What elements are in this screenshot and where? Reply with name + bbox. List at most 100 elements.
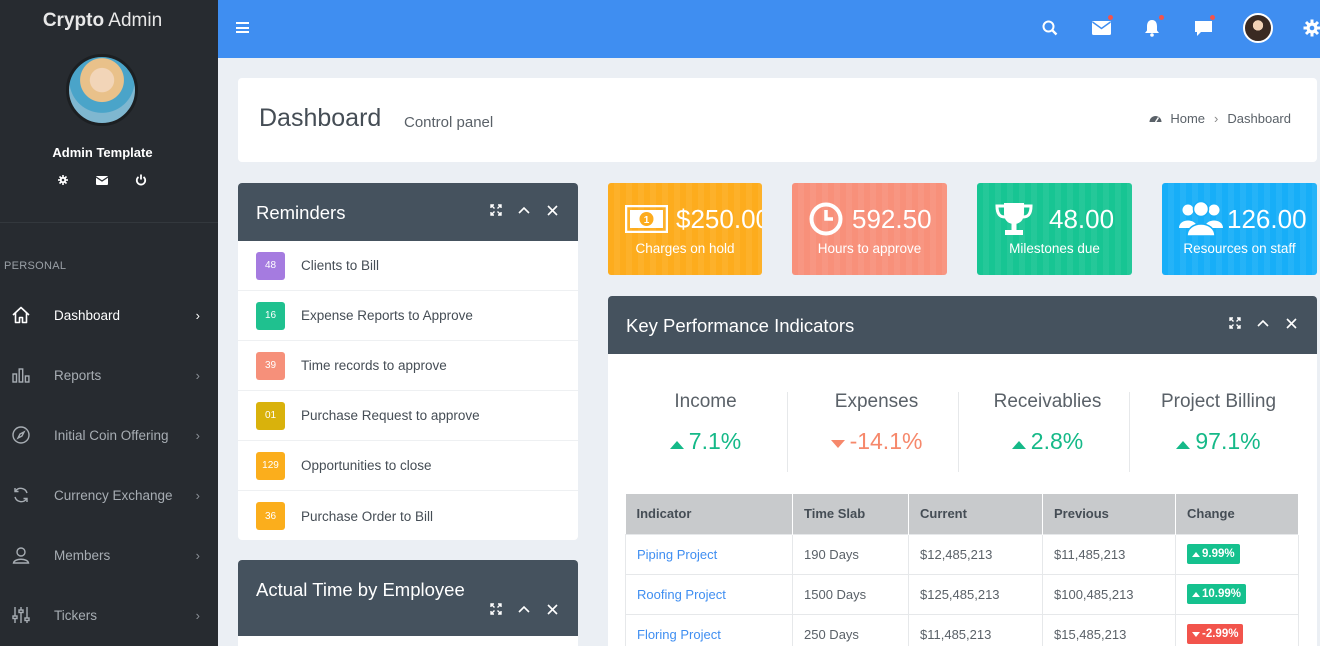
kpi-divider: [787, 392, 788, 472]
previous-cell: $15,485,213: [1042, 613, 1176, 646]
reminder-text: Purchase Request to approve: [301, 408, 480, 423]
expand-icon[interactable]: [488, 601, 504, 617]
kpi-header: Key Performance Indicators: [608, 296, 1317, 354]
chevron-right-icon: ›: [195, 488, 200, 503]
sidebar-item-label: Tickers: [54, 607, 97, 623]
kpi-name: Project Billing: [1160, 391, 1277, 412]
list-item[interactable]: 36 Purchase Order to Bill: [238, 491, 578, 540]
indicator-link[interactable]: Floring Project: [637, 627, 721, 642]
brand-logo[interactable]: Crypto Admin: [0, 10, 205, 32]
actual-time-title: Actual Time by Employee: [256, 579, 465, 600]
sidebar-item-reports[interactable]: Reports ›: [0, 345, 218, 405]
column-header[interactable]: Current: [908, 494, 1043, 534]
chat-icon[interactable]: [1191, 15, 1215, 40]
expand-icon[interactable]: [1227, 315, 1243, 331]
breadcrumb: Home › Dashboard: [1149, 111, 1291, 126]
breadcrumb-home-link[interactable]: Home: [1170, 111, 1205, 126]
top-header: [218, 0, 1320, 58]
list-item[interactable]: 01 Purchase Request to approve: [238, 391, 578, 441]
power-icon[interactable]: [130, 172, 152, 188]
indicator-link[interactable]: Roofing Project: [637, 587, 726, 602]
sidebar-item-label: Members: [54, 547, 111, 563]
column-header[interactable]: Indicator: [625, 494, 793, 534]
chevron-right-icon: ›: [195, 308, 200, 323]
avatar[interactable]: [1243, 13, 1273, 43]
kpi-value: -14.1%: [791, 428, 962, 455]
reminder-text: Clients to Bill: [301, 258, 380, 273]
sidebar-section-label: PERSONAL: [4, 260, 67, 272]
page-title: Dashboard: [259, 104, 382, 132]
sidebar-item-members[interactable]: Members ›: [0, 525, 218, 585]
sidebar-item-tickers[interactable]: Tickers ›: [0, 585, 218, 645]
kpi-receivablies: Receivablies 2.8%: [962, 391, 1133, 455]
sidebar-item-label: Dashboard: [54, 307, 121, 323]
previous-cell: $100,485,213: [1042, 573, 1176, 615]
kpi-divider: [958, 392, 959, 472]
list-item[interactable]: 39 Time records to approve: [238, 341, 578, 391]
chevron-right-icon: ›: [195, 368, 200, 383]
column-header[interactable]: Change: [1175, 494, 1299, 534]
kpi-value: 7.1%: [620, 428, 791, 455]
indicator-cell: Roofing Project: [625, 573, 793, 615]
time-slab-cell: 250 Days: [792, 613, 909, 646]
count-badge: 36: [256, 502, 285, 530]
page-subtitle: Control panel: [404, 114, 494, 131]
collapse-icon[interactable]: [516, 601, 532, 617]
kpi-project-billing: Project Billing 97.1%: [1133, 391, 1304, 455]
indicator-link[interactable]: Piping Project: [637, 547, 717, 562]
count-badge: 39: [256, 351, 285, 380]
reminders-panel: Reminders 48 Clients to Bill 16 Expense Re…: [238, 183, 578, 540]
kpi-table: Indicator Time Slab Current Previous Cha…: [625, 494, 1299, 646]
menu-icon[interactable]: [236, 22, 249, 33]
mail-icon[interactable]: [1089, 15, 1113, 40]
collapse-icon[interactable]: [516, 202, 532, 218]
close-icon[interactable]: [544, 202, 560, 218]
reminders-header: Reminders: [238, 183, 578, 241]
sidebar-item-label: Currency Exchange: [54, 487, 173, 503]
table-header-row: Indicator Time Slab Current Previous Cha…: [625, 494, 1299, 534]
stat-card-charges[interactable]: 1 $250.00 Charges on hold: [608, 183, 762, 275]
actual-time-header: Actual Time by Employee: [238, 560, 578, 636]
sidebar-item-currency-exchange[interactable]: Currency Exchange ›: [0, 465, 218, 525]
sidebar-item-label: Initial Coin Offering: [54, 427, 169, 443]
sidebar-item-initial-coin-offering[interactable]: Initial Coin Offering ›: [0, 405, 218, 465]
close-icon[interactable]: [1283, 315, 1299, 331]
stat-card-hours[interactable]: 592.50 Hours to approve: [792, 183, 947, 275]
bell-icon[interactable]: [1140, 15, 1164, 40]
stat-card-resources[interactable]: 126.00 Resources on staff: [1162, 183, 1317, 275]
sidebar-item-dashboard[interactable]: Dashboard ›: [0, 285, 218, 345]
expand-icon[interactable]: [488, 202, 504, 218]
sidebar-item-label: Reports: [54, 367, 102, 383]
bar-chart-icon: [10, 364, 32, 386]
stat-card-milestones[interactable]: 48.00 Milestones due: [977, 183, 1132, 275]
collapse-icon[interactable]: [1255, 315, 1271, 331]
column-header[interactable]: Time Slab: [792, 494, 909, 534]
table-row: Floring Project 250 Days $11,485,213 $15…: [625, 613, 1299, 646]
kpi-title: Key Performance Indicators: [626, 315, 855, 336]
user-name: Admin Template: [52, 145, 153, 160]
sidebar-divider: [0, 222, 218, 223]
list-item[interactable]: 16 Expense Reports to Approve: [238, 291, 578, 341]
reminder-text: Expense Reports to Approve: [301, 308, 473, 323]
count-badge: 16: [256, 301, 285, 330]
list-item[interactable]: 129 Opportunities to close: [238, 441, 578, 491]
close-icon[interactable]: [544, 601, 560, 617]
mail-icon[interactable]: [91, 172, 113, 188]
user-avatar[interactable]: [66, 54, 138, 126]
list-item[interactable]: 48 Clients to Bill: [238, 241, 578, 291]
gear-icon[interactable]: [52, 172, 74, 188]
card-value: 592.50: [852, 204, 932, 234]
sliders-icon: [10, 604, 32, 626]
dashboard-icon: [1149, 113, 1162, 124]
column-header[interactable]: Previous: [1042, 494, 1176, 534]
card-value: 48.00: [1049, 204, 1115, 234]
search-icon[interactable]: [1038, 16, 1062, 40]
gear-icon[interactable]: [1300, 16, 1320, 40]
notification-dot: [1108, 15, 1113, 20]
reminder-text: Purchase Order to Bill: [301, 508, 434, 524]
notification-dot: [1159, 15, 1164, 20]
card-caption: Charges on hold: [635, 241, 735, 256]
current-cell: $125,485,213: [908, 573, 1043, 615]
time-slab-cell: 1500 Days: [792, 573, 909, 615]
card-value: 126.00: [1227, 204, 1307, 234]
